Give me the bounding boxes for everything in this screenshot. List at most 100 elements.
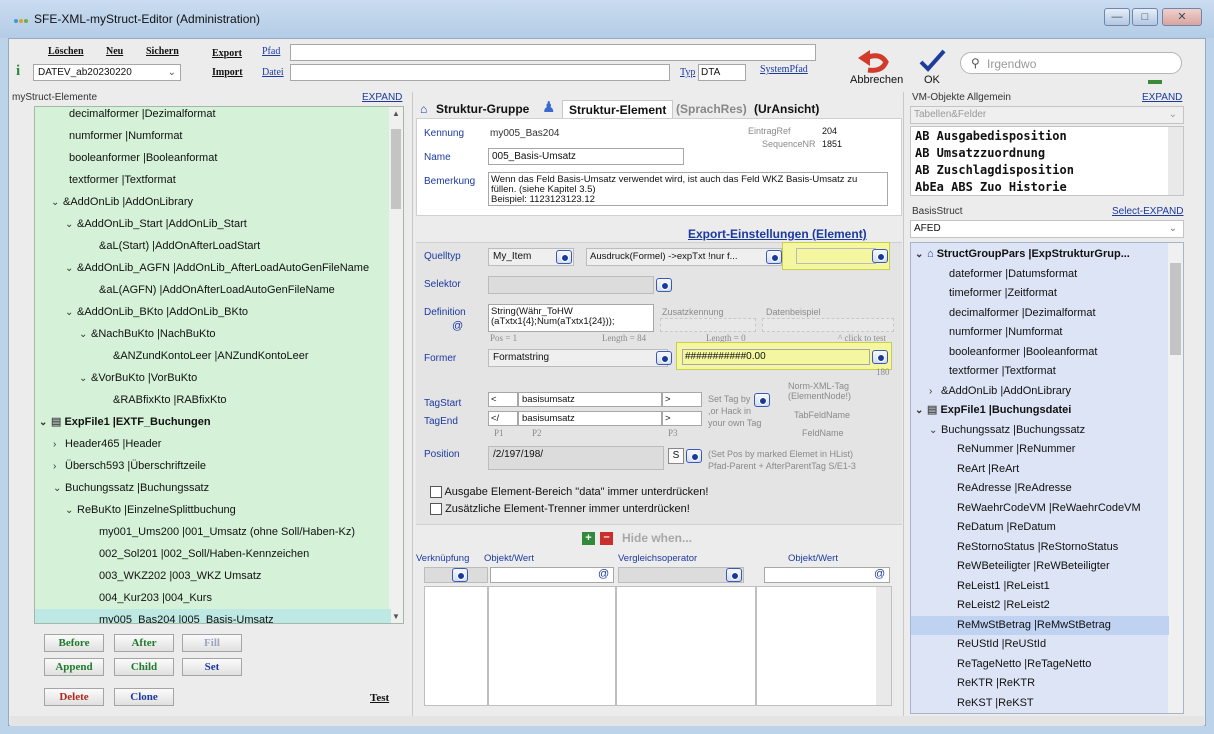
typ-link[interactable]: Typ (680, 67, 695, 78)
search-box[interactable]: ⚲ Irgendwo (960, 52, 1182, 74)
tree-item[interactable]: &ANZundKontoLeer |ANZundKontoLeer (35, 345, 391, 367)
objekt2-list[interactable] (756, 586, 892, 706)
set-button[interactable]: Set (182, 658, 242, 676)
checkbox-2[interactable] (430, 503, 442, 516)
quelltyp-extra-field[interactable] (796, 248, 876, 264)
left-tree-scroll-thumb[interactable] (391, 129, 401, 209)
position-eye-icon[interactable] (686, 449, 702, 463)
minus-icon[interactable]: – (600, 532, 613, 545)
tree-item[interactable]: textformer |Textformat (35, 169, 391, 191)
selektor-field[interactable] (488, 276, 654, 294)
tab-sprachres[interactable]: (SprachRes) (676, 102, 747, 116)
systempfad-link[interactable]: SystemPfad (760, 64, 808, 75)
tree-item[interactable]: ⌄ Buchungssatz |Buchungssatz (35, 477, 391, 499)
left-tree[interactable]: ▲ ▼ decimalformer |Dezimalformat numforme… (34, 106, 404, 624)
right-tree-scrollbar[interactable] (1168, 243, 1183, 713)
neu-link[interactable]: Neu (106, 46, 123, 57)
basis-tree-item[interactable]: ReLeist1 |ReLeist1 (911, 577, 1169, 596)
scroll-down-icon[interactable]: ▼ (392, 612, 400, 621)
checkbox-1[interactable] (430, 486, 442, 499)
left-expand-link[interactable]: EXPAND (362, 92, 402, 103)
horizontal-scrollbar[interactable] (10, 716, 1204, 726)
tree-item[interactable]: ⌄ &VorBuKto |VorBuKto (35, 367, 391, 389)
checkbox-row-1[interactable]: Ausgabe Element-Bereich "data" immer unt… (430, 486, 708, 499)
set-tag-eye-icon[interactable] (754, 393, 770, 407)
chevron-down-icon[interactable]: ⌄ (53, 478, 65, 500)
tab-struktur-element[interactable]: Struktur-Element (562, 100, 674, 119)
tab-struktur-gruppe[interactable]: Struktur-Gruppe (436, 102, 529, 116)
datei-link[interactable]: Datei (262, 67, 284, 78)
basis-tree-item[interactable]: ReTageNetto |ReTageNetto (911, 655, 1169, 674)
tree-item[interactable]: › Übersch593 |Überschriftzeile (35, 455, 391, 477)
clone-button[interactable]: Clone (114, 688, 174, 706)
basis-tree-item[interactable]: ⌄ ▤ ExpFile1 |Buchungsdatei (911, 401, 1169, 420)
ok-label[interactable]: OK (924, 74, 940, 86)
vm-object-item[interactable]: AbEa ABS Zuo Historie (915, 180, 1067, 194)
basis-tree-item[interactable]: booleanformer |Booleanformat (911, 343, 1169, 362)
minimize-button[interactable]: — (1104, 8, 1130, 26)
basis-tree-item[interactable]: ReStornoStatus |ReStornoStatus (911, 538, 1169, 557)
basis-tree-item[interactable]: timeformer |Zeitformat (911, 284, 1169, 303)
chevron-down-icon[interactable]: ⌄ (929, 421, 941, 440)
pfad-input[interactable] (290, 44, 816, 61)
zusatzkennung-field[interactable] (660, 318, 756, 332)
plus-icon[interactable]: + (582, 532, 595, 545)
at-icon[interactable]: @ (452, 320, 463, 332)
former-eye-icon[interactable] (656, 351, 672, 365)
right-tree[interactable]: ⌄ ⌂ StructGroupPars |ExpStrukturGrup... da… (910, 242, 1184, 714)
tree-item[interactable]: &RABfixKto |RABfixKto (35, 389, 391, 411)
tree-item[interactable]: ⌄ ▤ ExpFile1 |EXTF_Buchungen (35, 411, 391, 433)
basis-tree-item[interactable]: ReLeist2 |ReLeist2 (911, 596, 1169, 615)
scroll-up-icon[interactable]: ▲ (392, 109, 400, 118)
typ-input[interactable]: DTA (698, 64, 746, 81)
tree-item[interactable]: &aL(AGFN) |AddOnAfterLoadAutoGenFileName (35, 279, 391, 301)
pfad-link[interactable]: Pfad (262, 46, 280, 57)
tree-item[interactable]: › Header465 |Header (35, 433, 391, 455)
basis-tree-item[interactable]: › &AddOnLib |AddOnLibrary (911, 382, 1169, 401)
tree-item[interactable]: ⌄ &AddOnLib_AGFN |AddOnLib_AfterLoadAutoG… (35, 257, 391, 279)
loeschen-link[interactable]: Löschen (48, 46, 84, 57)
basis-tree-item[interactable]: ReNummer |ReNummer (911, 440, 1169, 459)
chevron-down-icon[interactable]: ⌄ (39, 412, 51, 434)
tagend-close-input[interactable]: > (662, 411, 702, 426)
tabellen-select[interactable]: Tabellen&Felder ⌄ (910, 106, 1184, 124)
left-tree-scrollbar[interactable]: ▲ ▼ (389, 107, 403, 623)
checkmark-icon[interactable] (918, 48, 946, 74)
objekt-list[interactable] (488, 586, 616, 706)
format-eye-icon[interactable] (872, 350, 888, 364)
abbrechen-label[interactable]: Abbrechen (850, 74, 903, 86)
former-select[interactable]: Formatstring (488, 349, 668, 367)
tree-item[interactable]: my001_Ums200 |001_Umsatz (ohne Soll/Habe… (35, 521, 391, 543)
basis-tree-item[interactable]: ReWaehrCodeVM |ReWaehrCodeVM (911, 499, 1169, 518)
db-select[interactable]: DATEV_ab20230220 ⌄ (33, 64, 181, 81)
chevron-down-icon[interactable]: ⌄ (915, 401, 927, 420)
basis-tree-item[interactable]: numformer |Numformat (911, 323, 1169, 342)
info-icon[interactable]: i (16, 63, 20, 80)
tree-item[interactable]: 003_WKZ202 |003_WKZ Umsatz (35, 565, 391, 587)
basis-tree-item[interactable]: ReMwStBetrag |ReMwStBetrag (911, 615, 1169, 635)
chevron-down-icon[interactable]: ⌄ (65, 500, 77, 522)
basis-tree-item[interactable]: ReKST |ReKST (911, 694, 1169, 713)
basis-tree-item[interactable]: ReUStId |ReUStId (911, 635, 1169, 654)
fill-button[interactable]: Fill (182, 634, 242, 652)
basis-tree-item[interactable]: ⌄ ⌂ StructGroupPars |ExpStrukturGrup... (911, 245, 1169, 264)
vergleich-eye-icon[interactable] (726, 568, 742, 582)
objekt-input[interactable] (490, 567, 614, 583)
tree-item[interactable]: decimalformer |Dezimalformat (35, 107, 391, 125)
sichern-link[interactable]: Sichern (146, 46, 179, 57)
basis-tree-item[interactable]: textformer |Textformat (911, 362, 1169, 381)
tree-item[interactable]: ⌄ &AddOnLib_BKto |AddOnLib_BKto (35, 301, 391, 323)
close-button[interactable]: ✕ (1162, 8, 1202, 26)
definition-textarea[interactable]: String(Währ_ToHW (aTxtx1{4};Num(aTxtx1{2… (488, 304, 654, 332)
bemerkung-textarea[interactable]: Wenn das Feld Basis-Umsatz verwendet wir… (488, 172, 888, 206)
chevron-right-icon[interactable]: › (53, 434, 65, 456)
maximize-button[interactable]: □ (1132, 8, 1158, 26)
chevron-down-icon[interactable]: ⌄ (79, 324, 91, 346)
tagstart-close-input[interactable]: > (662, 392, 702, 407)
tree-item[interactable]: numformer |Numformat (35, 125, 391, 147)
objekt2-input[interactable] (764, 567, 890, 583)
chevron-down-icon[interactable]: ⌄ (65, 214, 77, 236)
tagstart-name-input[interactable]: basisumsatz (518, 392, 662, 407)
ausdruck-select[interactable]: Ausdruck(Formel) ->expTxt !nur f... (586, 248, 782, 266)
hide-when-scrollbar[interactable] (876, 587, 891, 705)
